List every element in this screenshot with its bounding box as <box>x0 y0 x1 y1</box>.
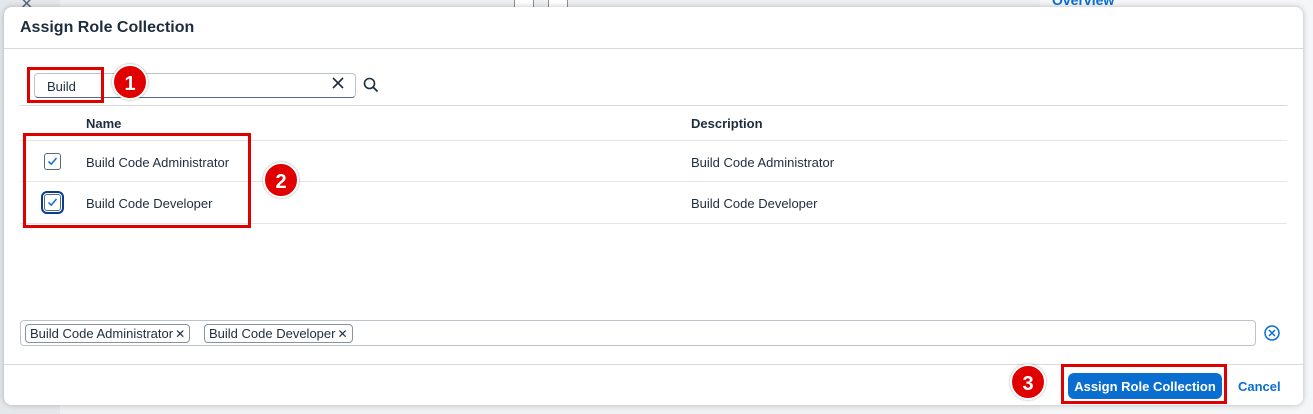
row-description: Build Code Administrator <box>691 155 835 170</box>
token-label: Build Code Developer <box>209 326 336 341</box>
selected-tokens-bar[interactable]: Build Code Administrator ✕ Build Code Dev… <box>20 320 1256 346</box>
annotation-step-3: 3 <box>1010 364 1046 400</box>
search-icon[interactable] <box>363 77 381 95</box>
column-header-name: Name <box>86 116 122 131</box>
row-description: Build Code Developer <box>691 196 818 211</box>
token-label: Build Code Administrator <box>30 326 174 341</box>
column-header-description: Description <box>691 116 763 131</box>
token-remove-icon[interactable]: ✕ <box>175 327 185 341</box>
annotation-highlight-search <box>27 67 104 103</box>
annotation-highlight-assign <box>1061 364 1227 404</box>
dialog-header: Assign Role Collection <box>4 7 1303 49</box>
close-icon[interactable] <box>331 76 345 95</box>
annotation-highlight-rows <box>23 133 251 228</box>
token-remove-icon[interactable]: ✕ <box>337 327 347 341</box>
table-header-divider <box>20 105 1287 106</box>
annotation-step-1: 1 <box>112 64 148 100</box>
cancel-button[interactable]: Cancel <box>1230 373 1289 399</box>
dialog-title: Assign Role Collection <box>20 19 195 36</box>
token-build-code-administrator[interactable]: Build Code Administrator ✕ <box>25 324 191 343</box>
token-build-code-developer[interactable]: Build Code Developer ✕ <box>204 324 353 343</box>
annotation-step-2: 2 <box>263 162 299 198</box>
clear-all-icon[interactable] <box>1263 324 1281 342</box>
